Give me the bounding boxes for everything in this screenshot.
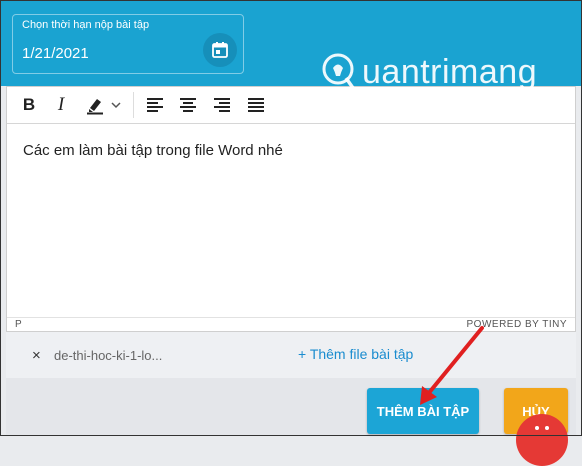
calendar-icon[interactable]	[203, 33, 237, 67]
editor-statusbar: P POWERED BY TINY	[7, 317, 575, 332]
chevron-down-icon[interactable]	[107, 91, 125, 119]
element-path[interactable]: P	[15, 319, 22, 330]
rich-text-editor[interactable]: B I Các em làm bài tập trong file Word n…	[6, 86, 576, 332]
italic-button[interactable]: I	[47, 91, 75, 119]
attached-file-name: de-thi-hoc-ki-1-lo...	[54, 348, 163, 363]
lightbulb-q-logo	[322, 53, 355, 90]
align-right-icon[interactable]	[208, 91, 236, 119]
bold-button[interactable]: B	[15, 91, 43, 119]
deadline-value[interactable]: 1/21/2021	[22, 45, 89, 62]
fab-dot	[535, 426, 539, 430]
align-justify-icon[interactable]	[242, 91, 270, 119]
highlighter-icon[interactable]	[81, 91, 109, 119]
deadline-label: Chọn thời hạn nộp bài tập	[22, 19, 150, 31]
add-file-link[interactable]: + Thêm file bài tập	[298, 346, 413, 362]
watermark: uantrimang	[320, 52, 537, 92]
fab-dot	[545, 426, 549, 430]
attachment-row: × de-thi-hoc-ki-1-lo... + Thêm file bài …	[6, 332, 576, 378]
remove-file-button[interactable]: ×	[32, 347, 41, 364]
editor-toolbar: B I	[7, 87, 575, 124]
powered-by-label[interactable]: POWERED BY TINY	[467, 319, 567, 330]
watermark-text: uantrimang	[362, 52, 538, 91]
floating-action-button[interactable]	[516, 414, 568, 466]
deadline-date-field[interactable]: Chọn thời hạn nộp bài tập 1/21/2021	[12, 14, 244, 74]
editor-content[interactable]: Các em làm bài tập trong file Word nhé	[23, 142, 283, 159]
align-left-icon[interactable]	[141, 91, 169, 119]
dialog-footer: THÊM BÀI TẬP HỦY	[6, 378, 576, 436]
align-center-icon[interactable]	[174, 91, 202, 119]
toolbar-divider	[133, 92, 134, 118]
add-assignment-button[interactable]: THÊM BÀI TẬP	[367, 388, 479, 434]
